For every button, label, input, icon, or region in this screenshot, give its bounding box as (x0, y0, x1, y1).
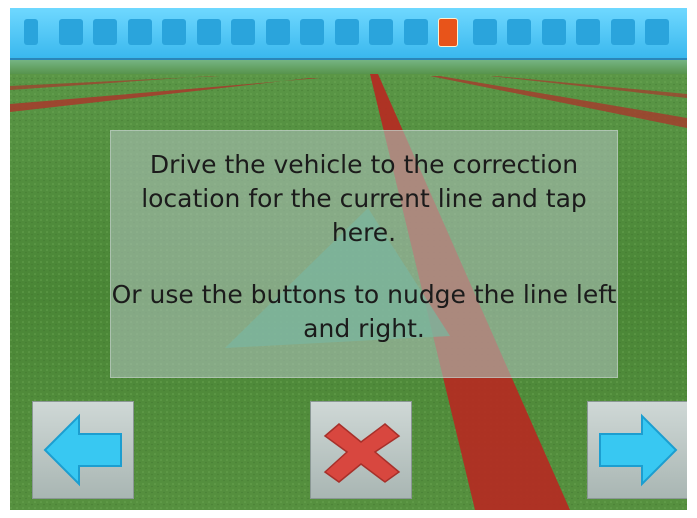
lightbar-segment (300, 19, 324, 45)
lightbar-segment (369, 19, 393, 45)
cancel-button[interactable] (310, 401, 412, 499)
nudge-right-button[interactable] (587, 401, 687, 499)
lightbar-segment (645, 19, 669, 45)
arrow-right-icon (599, 413, 678, 487)
lightbar-segment (127, 19, 152, 45)
lightbar-segment (541, 19, 566, 45)
lightbar-segment (93, 19, 117, 45)
lightbar-segment (610, 19, 635, 45)
instruction-text: Drive the vehicle to the correction loca… (141, 150, 587, 247)
lightbar (10, 8, 687, 60)
lightbar-segment-active (438, 18, 458, 47)
lightbar-segment (576, 19, 600, 45)
nudge-hint-text: Or use the buttons to nudge the line lef… (111, 280, 617, 343)
arrow-left-icon (43, 413, 122, 487)
instructions-panel[interactable]: Drive the vehicle to the correction loca… (110, 130, 618, 378)
lightbar-segment (24, 19, 38, 45)
lightbar-segment (403, 19, 428, 45)
lightbar-segment (265, 19, 290, 45)
lightbar-segment (507, 19, 531, 45)
lightbar-segment (162, 19, 186, 45)
nudge-left-button[interactable] (32, 401, 134, 499)
lightbar-segment (196, 19, 221, 45)
close-icon (323, 423, 401, 483)
guidance-screen: Drive the vehicle to the correction loca… (10, 8, 687, 510)
lightbar-segment (334, 19, 359, 45)
lightbar-segment (472, 19, 497, 45)
lightbar-segment (58, 19, 83, 45)
lightbar-segment (231, 19, 255, 45)
